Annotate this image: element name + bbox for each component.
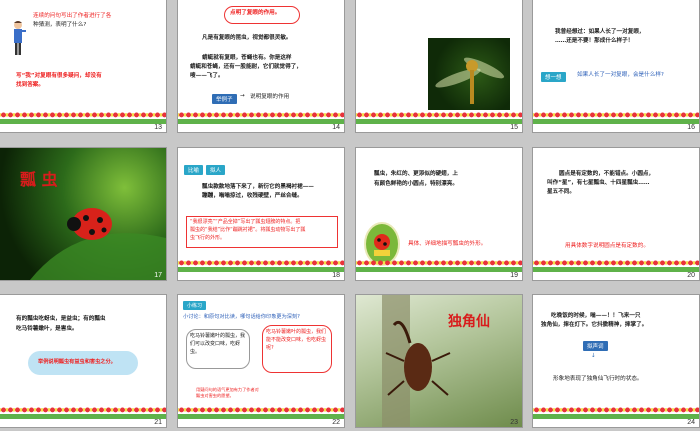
text-line-2: 吃马铃薯嫩叶，是害虫。 — [16, 326, 78, 332]
metaphor-tag: 比喻 — [184, 165, 204, 175]
beetle-icon — [382, 295, 451, 427]
text-line-1: 瓢虫，朱红的、更添似的硬翅，上 — [374, 171, 458, 177]
flower-border — [0, 405, 166, 419]
title-text: 独角仙 — [448, 314, 490, 330]
text-line-1: 圆点是有定数的，不能错点。小圆点， — [559, 171, 655, 177]
arrow-icon: → — [240, 93, 245, 99]
slide-number: 16 — [687, 124, 695, 131]
slide-17[interactable]: 瓢 虫 17 — [0, 148, 166, 280]
title-text: 瓢 虫 — [20, 170, 58, 189]
answer-line-1: 写“我”对复眼有很多疑问，却没有 — [16, 73, 102, 79]
question-text: 如果人长了一对复眼，会是什么样? — [577, 72, 664, 78]
teacher-icon — [10, 20, 26, 56]
slide-13[interactable]: 连续的问句写出了作者进行了各 种猜测，表明了什么? 写“我”对复眼有很多疑问，却… — [0, 0, 166, 132]
right-bubble-text: 吃马铃薯嫩叶的瓢虫，我们能不能改变口味，也吃蚜虫呢? — [266, 329, 327, 351]
slide-20[interactable]: 圆点是有定数的，不能错点。小圆点， 叫作“星”，有七星瓢虫、十四星瓢虫…… 星五… — [533, 148, 699, 280]
text-line-1: 瓢虫款款地落下来了，新衍它的黑褐衬裙—— — [202, 184, 314, 190]
slide-number: 23 — [510, 419, 518, 426]
slide-number: 19 — [510, 272, 518, 279]
slide-23[interactable]: 独角仙 23 — [356, 295, 522, 427]
example-button[interactable]: 举例子 — [212, 94, 237, 104]
down-arrow-icon: ↓ — [591, 353, 596, 359]
slide-number: 14 — [332, 124, 340, 131]
flower-border — [356, 110, 522, 124]
slide-22[interactable]: 小练习 小讨论：和原句对比读，哪句话给你印象更为深刻? 吃马铃薯嫩叶的瓢虫，我们… — [178, 295, 344, 427]
slide-number: 20 — [687, 272, 695, 279]
text-line-1: 吃晚饭的时候，嗡——！！飞来一只 — [551, 313, 641, 319]
beetle-photo — [356, 295, 522, 427]
slide-number: 17 — [154, 272, 162, 279]
note-text: 具体、详细地描写瓢虫的外形。 — [408, 241, 487, 247]
text-line-2: 有颜色鲜艳的小圆点，特别漂亮。 — [374, 181, 458, 187]
think-tag: 想一想 — [541, 72, 566, 82]
text-line-1: 我曾经想过：如果人长了一对复眼， — [555, 29, 645, 35]
note-text: 形象地表现了独角仙飞行时的状态。 — [553, 376, 643, 382]
slide-16[interactable]: 我曾经想过：如果人长了一对复眼， ……还是不要！那成什么样子！ 想一想 如果人长… — [533, 0, 699, 132]
note-text: 说明复眼的作用 — [250, 94, 290, 100]
question-line-1: 连续的问句写出了作者进行了各 — [33, 13, 112, 19]
dragonfly-icon — [435, 57, 505, 104]
slide-number: 18 — [332, 272, 340, 279]
slide-number: 22 — [332, 419, 340, 426]
dragonfly-photo — [428, 38, 510, 110]
text-line-3: 蜻蜓和苍蝇，还有一股能耐，它们就觉得了， — [190, 64, 302, 70]
note-text: 用具体数字说明圆点是有定数的。 — [565, 243, 649, 249]
slide-number: 15 — [510, 124, 518, 131]
slide-number: 21 — [154, 419, 162, 426]
slide-number: 13 — [154, 124, 162, 131]
left-bubble-text: 吃马铃薯嫩叶的瓢虫，我们可以改变口味，吃蚜虫。 — [190, 333, 246, 355]
box-line-3: 虫飞行的外形。 — [190, 235, 226, 241]
text-line-1: 凡是有复眼的昆虫，视觉都很灵敏。 — [202, 35, 292, 41]
flower-border — [533, 110, 699, 124]
flower-border — [0, 110, 166, 124]
flower-border — [178, 405, 344, 419]
flower-border — [356, 258, 522, 272]
slide-21[interactable]: 有的瓢虫吃蚜虫，是益虫；有的瓢虫 吃马铃薯嫩叶，是害虫。 举例说明瓢虫有益虫和害… — [0, 295, 166, 427]
callout-text: 点明了复眼的作用。 — [230, 10, 281, 16]
onomatopoeia-tag: 拟声词 — [583, 341, 608, 351]
text-line-2: 独角仙，摔在灯下。它抖擞精神，摔掌了。 — [541, 322, 648, 328]
slide-14[interactable]: 点明了复眼的作用。 凡是有复眼的昆虫，视觉都很灵敏。 蜻蜓就有复眼，苍蝇也有。你… — [178, 0, 344, 132]
slide-number: 24 — [687, 419, 695, 426]
box-line-1: “我很漂亮”“产品全掉”写出了瓢虫翅膀的特点。把 — [190, 219, 301, 225]
caption-text: 用疑问句的语气更加有力了作者对瓢虫对害虫的愿望。 — [196, 387, 259, 398]
personification-tag: 拟人 — [206, 165, 226, 175]
text-line-3: 星五不同。 — [547, 189, 575, 195]
slide-19[interactable]: 瓢虫，朱红的、更添似的硬翅，上 有颜色鲜艳的小圆点，特别漂亮。 具体、详细地描写… — [356, 148, 522, 280]
flower-border — [178, 258, 344, 272]
flower-border — [178, 110, 344, 124]
text-line-2: 蹦蹦，嗡嗡掠过，收残硬壁，严丝合缝。 — [202, 193, 303, 199]
prompt-text: 小讨论：和原句对比读，哪句话给你印象更为深刻? — [183, 314, 300, 320]
text-line-1: 有的瓢虫吃蚜虫，是益虫；有的瓢虫 — [16, 316, 106, 322]
practice-tag: 小练习 — [183, 301, 207, 310]
answer-line-2: 找到答案。 — [16, 82, 44, 88]
text-line-2: 蜻蜓就有复眼，苍蝇也有。你是这样 — [202, 55, 292, 61]
cloud-text: 举例说明瓢虫有益虫和害虫之分。 — [38, 359, 116, 365]
flower-border — [533, 258, 699, 272]
box-line-2: 瓢虫的“我结”比作“蹦跳衬裙”。将瓢虫动物写出了瓢 — [190, 227, 306, 233]
question-line-2: 种猜测，表明了什么? — [33, 22, 87, 28]
flower-border — [533, 405, 699, 419]
text-line-4: 嗖——飞了。 — [190, 73, 224, 79]
slide-15[interactable]: 15 — [356, 0, 522, 132]
slide-24[interactable]: 吃晚饭的时候，嗡——！！飞来一只 独角仙，摔在灯下。它抖擞精神，摔掌了。 拟声词… — [533, 295, 699, 427]
slide-18[interactable]: 比喻 拟人 瓢虫款款地落下来了，新衍它的黑褐衬裙—— 蹦蹦，嗡嗡掠过，收残硬壁，… — [178, 148, 344, 280]
text-line-2: 叫作“星”，有七星瓢虫、十四星瓢虫…… — [547, 180, 650, 186]
text-line-2: ……还是不要！那成什么样子！ — [555, 38, 634, 44]
